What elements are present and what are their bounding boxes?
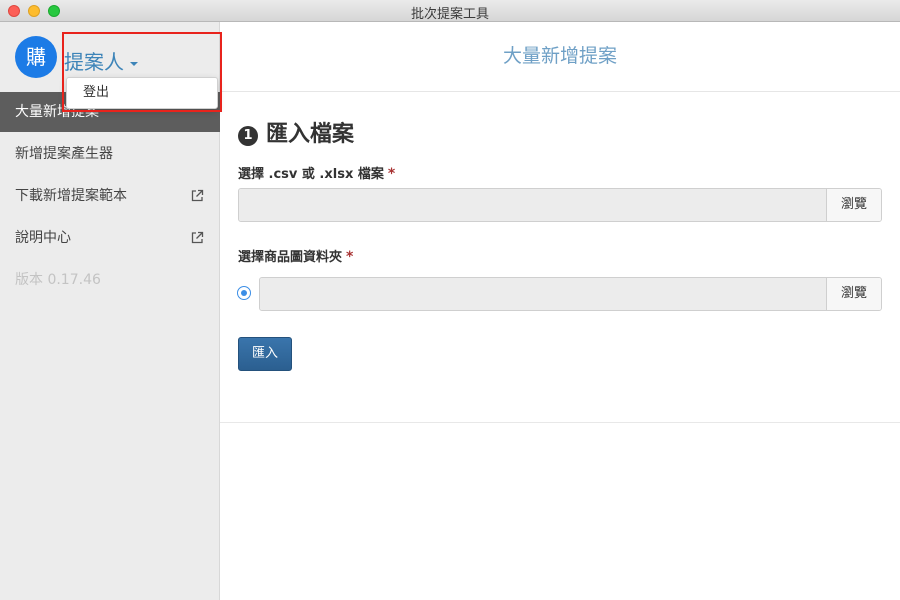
folder-field-label: 選擇商品圖資料夾 * <box>238 246 353 265</box>
required-mark: * <box>387 166 396 182</box>
file-field-label: 選擇 .csv 或 .xlsx 檔案 * <box>238 163 395 182</box>
user-menu-toggle[interactable]: 提案人 <box>64 46 138 75</box>
external-link-icon <box>191 189 204 202</box>
folder-source-radio[interactable] <box>237 286 251 300</box>
sidebar-item-label: 下載新增提案範本 <box>15 188 127 204</box>
avatar[interactable]: 購 <box>15 36 57 78</box>
file-picker: 瀏覽 <box>238 188 882 222</box>
file-path-input[interactable] <box>239 189 827 221</box>
section-title-text: 匯入檔案 <box>266 122 355 147</box>
main-content: 大量新增提案 1 匯入檔案 選擇 .csv 或 .xlsx 檔案 * 瀏覽 選擇商品… <box>220 22 900 600</box>
browse-folder-button[interactable]: 瀏覽 <box>826 278 881 310</box>
sidebar-item-label: 說明中心 <box>15 230 71 246</box>
page-title: 大量新增提案 <box>220 22 900 92</box>
user-name-label: 提案人 <box>64 50 124 74</box>
file-field-label-text: 選擇 .csv 或 .xlsx 檔案 <box>238 167 384 182</box>
user-dropdown-menu: 登出 <box>66 77 218 109</box>
window-title: 批次提案工具 <box>410 7 489 22</box>
folder-picker: 瀏覽 <box>259 277 882 311</box>
radio-selected-dot <box>241 290 247 296</box>
sidebar-item-generator[interactable]: 新增提案產生器 <box>0 134 220 174</box>
browse-file-button[interactable]: 瀏覽 <box>826 189 881 221</box>
sidebar-item-help-center[interactable]: 說明中心 <box>0 218 220 258</box>
step-number-badge: 1 <box>238 126 258 146</box>
folder-path-input[interactable] <box>260 278 827 310</box>
divider <box>220 422 900 423</box>
version-label: 版本 0.17.46 <box>15 272 101 288</box>
folder-field-label-text: 選擇商品圖資料夾 <box>238 250 343 265</box>
required-mark: * <box>346 249 354 265</box>
sidebar-item-download-template[interactable]: 下載新增提案範本 <box>0 176 220 216</box>
external-link-icon <box>191 231 204 244</box>
import-button[interactable]: 匯入 <box>238 337 292 371</box>
window-titlebar: 批次提案工具 <box>0 0 900 22</box>
caret-down-icon <box>130 61 138 66</box>
section-title: 1 匯入檔案 <box>238 116 354 148</box>
logout-menu-item[interactable]: 登出 <box>67 78 217 108</box>
sidebar-item-label: 新增提案產生器 <box>15 146 113 162</box>
